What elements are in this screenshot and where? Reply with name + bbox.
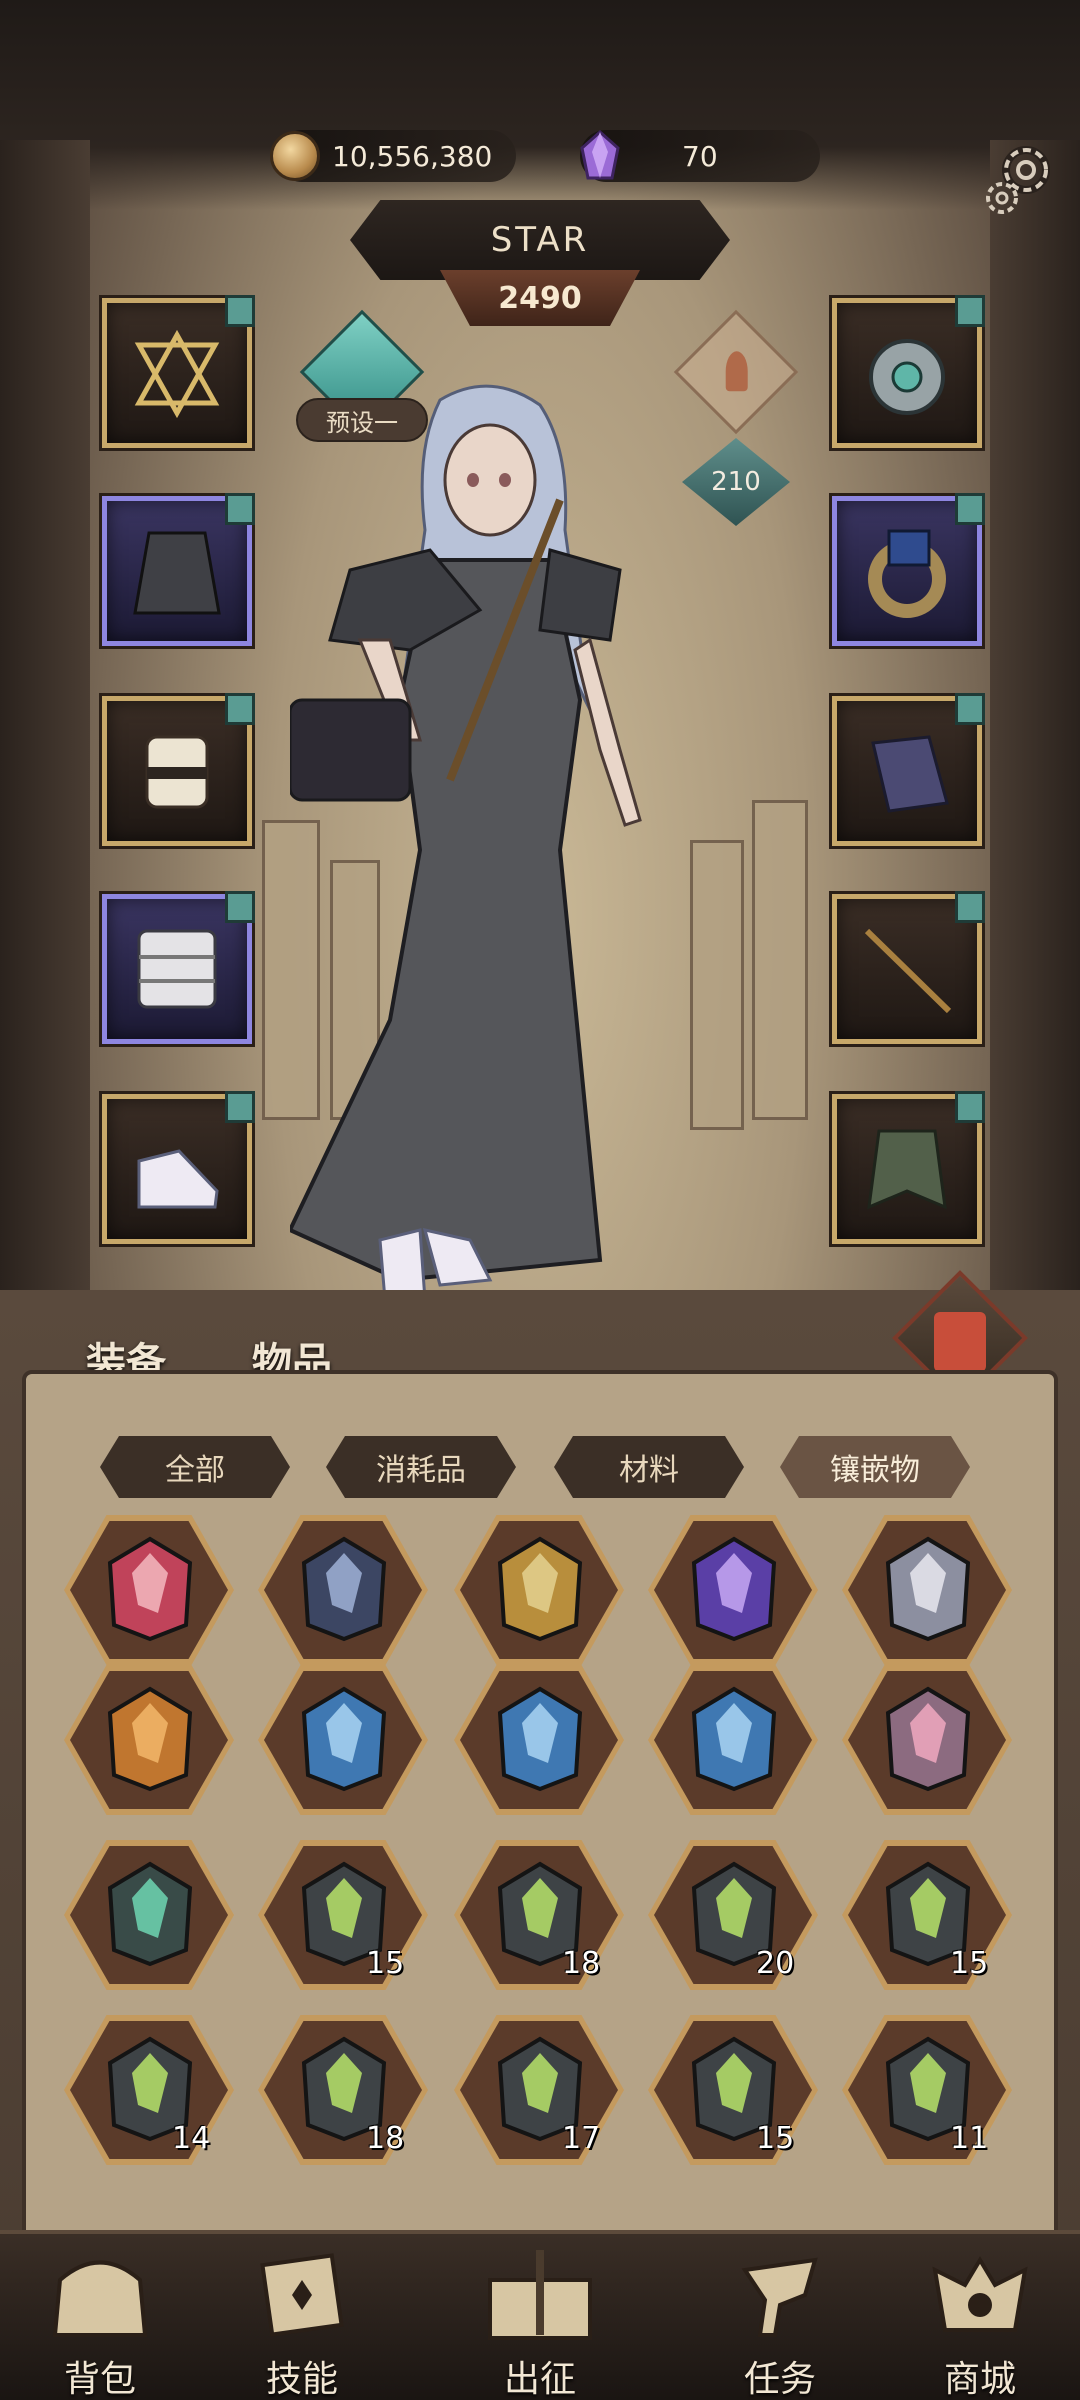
nav-skills[interactable]: 技能 [222,2250,382,2400]
bracer-icon [145,735,209,809]
nav-label: 出征 [503,2359,576,2400]
item-count: 17 [562,2121,601,2156]
background-pillar [752,800,808,1120]
slot-tag-icon [955,693,985,725]
player-score: 2490 [440,270,640,326]
green-crystal-icon [107,1861,193,1967]
equipment-slot-medallion[interactable] [832,295,985,448]
robe-icon [133,531,221,615]
nav-shop[interactable]: 商城 [900,2250,1060,2400]
top-frame [0,0,1080,210]
crystal-counter[interactable]: 70 [580,130,820,182]
cloak-icon [867,1129,947,1210]
slot-tag-icon [955,1091,985,1123]
amulet-icon [134,329,220,419]
item-count: 20 [756,1946,795,1981]
medallion-icon [869,339,945,415]
slot-tag-icon [955,493,985,525]
crystal-red-icon [107,1536,193,1642]
shoes-icon [137,1149,219,1209]
game-screen: 10,556,380 70 STAR 2490 预设一 210 装备 物品 全部… [0,0,1080,2400]
slot-tag-icon [225,295,255,327]
item-count: 18 [562,1946,601,1981]
trash-icon [934,1312,986,1372]
bag-icon [52,2260,148,2337]
equipment-slot-shoes[interactable] [102,1091,255,1244]
scroll-icon [260,2253,344,2337]
rune-dark-icon [301,1536,387,1642]
gem-pile-icon [885,1686,971,1792]
item-count: 15 [756,2121,795,2156]
ring-icon [868,529,946,618]
nav-label: 任务 [743,2359,816,2400]
gold-counter[interactable]: 10,556,380 [270,130,516,182]
right-frame [990,140,1080,1300]
item-count: 18 [366,2121,405,2156]
item-count: 14 [172,2121,211,2156]
settings-gear-icon[interactable] [978,140,1062,224]
crystal-amount: 70 [682,139,718,173]
slot-tag-icon [225,693,255,725]
claw-orange-icon [107,1686,193,1792]
equipment-slot-ring[interactable] [832,493,985,646]
greaves-icon [137,929,217,1009]
sword-icon [488,2250,592,2340]
equipment-slot-staff[interactable] [832,891,985,1044]
filter-consumables[interactable]: 消耗品 [326,1436,516,1498]
nav-label: 商城 [943,2359,1016,2400]
shop-icon [932,2256,1028,2332]
gauntlet-icon [871,735,949,813]
orb-purple-icon [691,1536,777,1642]
prism-gold-icon [497,1536,583,1642]
equipment-slot-amulet[interactable] [102,295,255,448]
item-count: 15 [366,1946,405,1981]
equipment-slot-robe[interactable] [102,493,255,646]
ice-shard-icon [497,1686,583,1792]
slot-tag-icon [225,1091,255,1123]
slot-tag-icon [955,891,985,923]
ice-shard-icon [691,1686,777,1792]
slot-tag-icon [225,493,255,525]
filter-materials[interactable]: 材料 [554,1436,744,1498]
equipment-slot-bracer[interactable] [102,693,255,846]
equipment-slot-gauntlet[interactable] [832,693,985,846]
gold-coin-icon [270,131,320,181]
filter-all[interactable]: 全部 [100,1436,290,1498]
slot-tag-icon [955,295,985,327]
nav-bag[interactable]: 背包 [20,2250,180,2400]
item-count: 15 [950,1946,989,1981]
crystal-icon [580,130,620,180]
staff-icon [864,928,952,1014]
left-frame [0,140,90,1300]
gold-amount: 10,556,380 [332,139,493,173]
cluster-mixed-icon [885,1536,971,1642]
item-count: 11 [950,2121,989,2156]
nav-quests[interactable]: 任务 [700,2250,860,2400]
filter-gems[interactable]: 镶嵌物 [780,1436,970,1498]
player-name: STAR [350,200,730,280]
nav-label: 技能 [265,2359,338,2400]
equipment-slot-cloak[interactable] [832,1091,985,1244]
horn-icon [741,2257,818,2337]
slot-tag-icon [225,891,255,923]
nav-battle[interactable]: 出征 [460,2250,620,2400]
nav-label: 背包 [63,2359,136,2400]
ice-shard-icon [301,1686,387,1792]
equipment-slot-greaves[interactable] [102,891,255,1044]
character-portrait [290,384,642,1300]
